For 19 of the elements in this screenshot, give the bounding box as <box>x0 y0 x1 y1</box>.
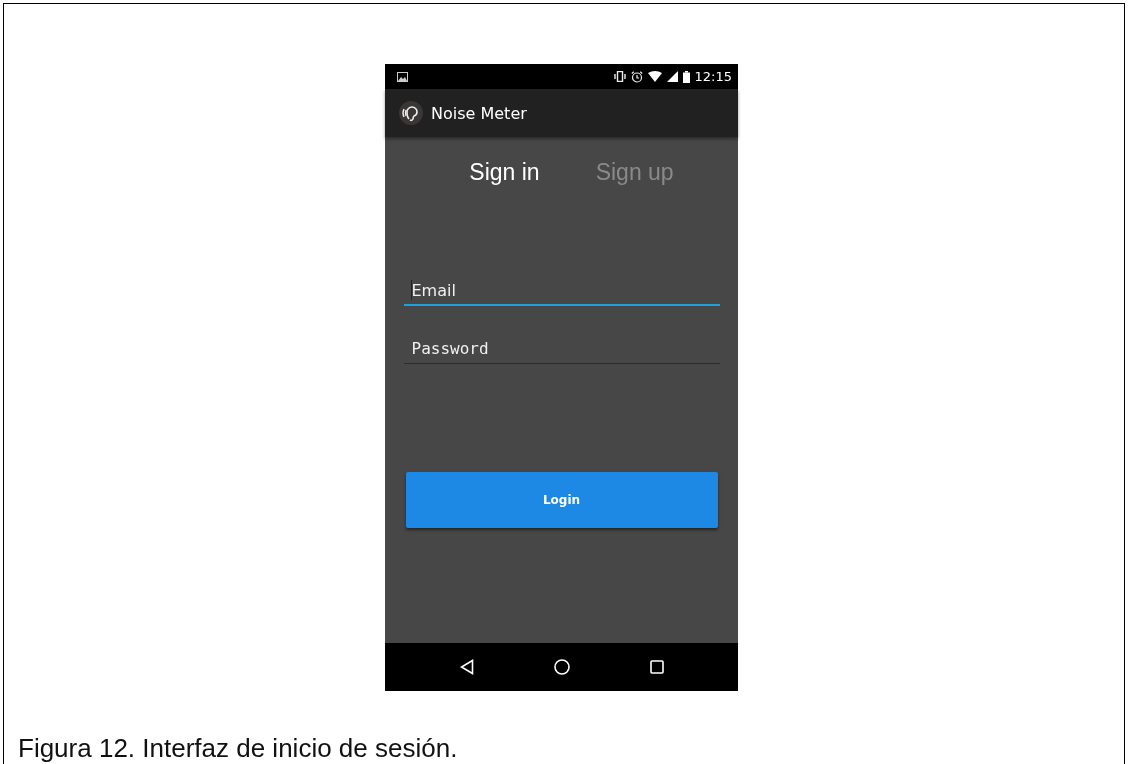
signal-icon <box>666 71 678 82</box>
battery-icon <box>682 70 690 83</box>
email-field[interactable]: Email <box>403 270 720 306</box>
wifi-icon <box>647 71 662 82</box>
tab[interactable]: Sign up <box>587 155 682 190</box>
password-field[interactable]: Password <box>403 328 720 364</box>
ear-icon <box>399 101 423 125</box>
app-title: Noise Meter <box>431 103 527 123</box>
text-cursor <box>410 280 412 300</box>
tab[interactable]: Sign in <box>461 155 548 190</box>
login-button[interactable]: Login <box>405 472 718 528</box>
image-icon <box>397 71 408 82</box>
alarm-icon <box>630 70 643 83</box>
status-time: 12:15 <box>694 69 732 84</box>
figure-caption: Figura 12. Interfaz de inicio de sesión. <box>18 733 458 764</box>
recents-icon[interactable] <box>649 660 664 674</box>
home-icon[interactable] <box>553 659 570 675</box>
vibrate-icon <box>613 71 626 82</box>
back-icon[interactable] <box>459 659 474 675</box>
